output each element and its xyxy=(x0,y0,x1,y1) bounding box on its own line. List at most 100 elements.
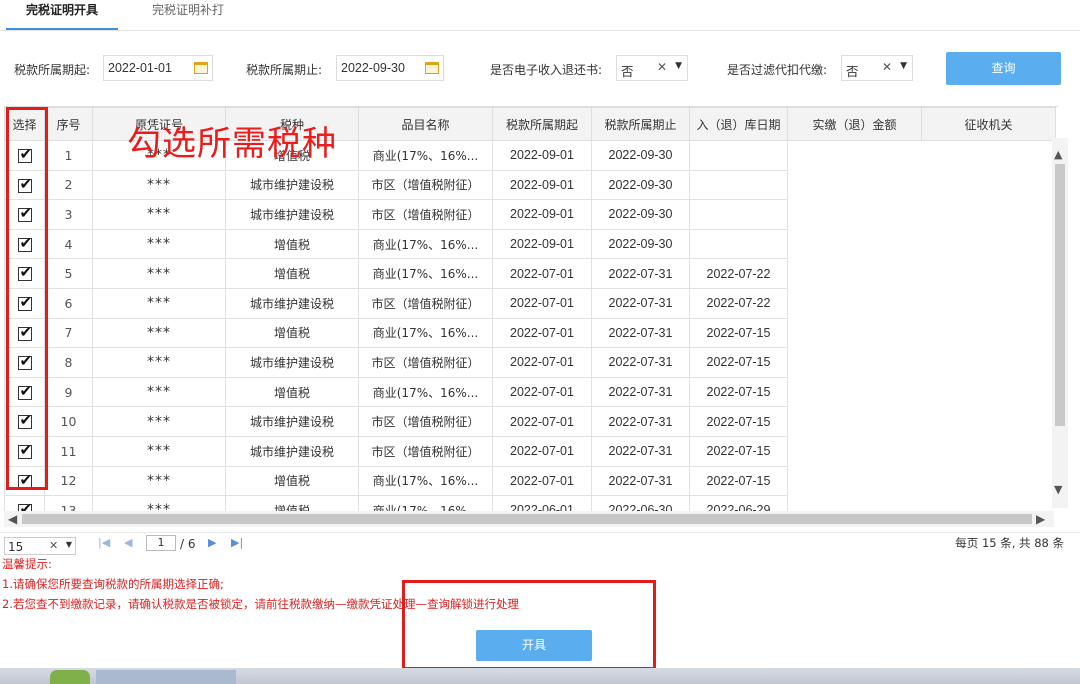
period-end: 2022-07-31 xyxy=(591,347,690,378)
scroll-left-icon[interactable]: ◀ xyxy=(8,512,17,526)
filter-withholding-label: 是否过滤代扣代缴: xyxy=(727,63,828,77)
horizontal-scrollbar[interactable]: ◀ ▶ xyxy=(4,511,1054,527)
e-refund-select[interactable]: 否 ✕ ▼ xyxy=(616,55,688,81)
period-start: 2022-07-01 xyxy=(492,317,592,349)
row-number: 8 xyxy=(44,347,93,378)
paid-amount xyxy=(787,377,922,407)
filter-withholding-select[interactable]: 否 ✕ ▼ xyxy=(841,55,913,81)
tax-type: 城市维护建设税 xyxy=(225,199,359,230)
period-end: 2022-09-30 xyxy=(591,228,690,260)
tax-type: 城市维护建设税 xyxy=(225,347,359,378)
period-start: 2022-07-01 xyxy=(492,287,592,319)
taskbar-start-icon[interactable] xyxy=(50,670,90,684)
paid-amount xyxy=(787,258,922,289)
next-page-icon[interactable]: ▶ xyxy=(208,536,216,549)
page-size-select[interactable]: 15 ✕ ▼ xyxy=(4,537,76,555)
tab-reprint-certificate[interactable]: 完税证明补打 xyxy=(138,0,238,28)
table-row[interactable]: ✔ 13 *** 增值税 商业(17%、16%... 2022-06-01 2022-06-… xyxy=(4,495,1056,512)
tax-type: 城市维护建设税 xyxy=(225,287,359,319)
table-row[interactable]: ✔ 4 *** 增值税 商业(17%、16%... 2022-09-01 2022-09-3… xyxy=(4,228,1056,260)
issue-button[interactable]: 开具 xyxy=(476,630,592,661)
period-end: 2022-07-31 xyxy=(591,406,690,437)
row-number: 9 xyxy=(44,376,93,408)
table-row[interactable]: ✔ 9 *** 增值税 商业(17%、16%... 2022-07-01 2022-07-3… xyxy=(4,376,1056,408)
taskbar-window-button[interactable] xyxy=(96,670,236,684)
table-row[interactable]: ✔ 6 *** 城市维护建设税 市区（增值税附征） 2022-07-01 2022-07-3… xyxy=(4,287,1056,319)
period-start: 2022-07-01 xyxy=(492,347,592,378)
vertical-scroll-thumb[interactable] xyxy=(1055,164,1065,426)
filter-bar: 税款所属期起: 2022-01-01 税款所属期止: 2022-09-30 是否… xyxy=(0,52,1080,88)
period-end: 2022-07-31 xyxy=(591,287,690,319)
item-name: 市区（增值税附征） xyxy=(358,199,493,230)
table-row[interactable]: ✔ 11 *** 城市维护建设税 市区（增值税附征） 2022-07-01 2022-07-… xyxy=(4,435,1056,467)
tax-type: 城市维护建设税 xyxy=(225,406,359,437)
clear-icon[interactable]: ✕ xyxy=(49,539,58,552)
paid-amount xyxy=(787,406,922,437)
last-page-icon[interactable]: ▶| xyxy=(231,536,243,549)
clear-icon[interactable]: ✕ xyxy=(657,60,667,74)
table-row[interactable]: ✔ 2 *** 城市维护建设税 市区（增值税附征） 2022-09-01 2022-09-3… xyxy=(4,169,1056,201)
table-row[interactable]: ✔ 12 *** 增值税 商业(17%、16%... 2022-07-01 2022-07-… xyxy=(4,465,1056,497)
storage-date: 2022-07-15 xyxy=(689,465,788,497)
column-header: 品目名称 xyxy=(358,107,493,141)
table-row[interactable]: ✔ 7 *** 增值税 商业(17%、16%... 2022-07-01 2022-07-3… xyxy=(4,317,1056,349)
table-row[interactable]: ✔ 8 *** 城市维护建设税 市区（增值税附征） 2022-07-01 2022-07-3… xyxy=(4,347,1056,378)
paid-amount xyxy=(787,170,922,200)
item-name: 市区（增值税附征） xyxy=(358,287,493,319)
period-start: 2022-07-01 xyxy=(492,465,592,497)
storage-date: 2022-07-15 xyxy=(689,317,788,349)
scroll-up-icon[interactable]: ▲ xyxy=(1054,148,1062,161)
column-header: 征收机关 xyxy=(921,107,1056,141)
paid-amount xyxy=(787,495,922,512)
table-row[interactable]: ✔ 10 *** 城市维护建设税 市区（增值税附征） 2022-07-01 2022-07-… xyxy=(4,406,1056,437)
first-page-icon[interactable]: |◀ xyxy=(98,536,110,549)
tax-authority xyxy=(921,466,1056,496)
period-end-input[interactable]: 2022-09-30 xyxy=(336,55,444,81)
storage-date: 2022-06-29 xyxy=(689,495,788,512)
tax-type: 增值税 xyxy=(225,317,359,349)
tax-authority xyxy=(921,377,1056,407)
period-start-input[interactable]: 2022-01-01 xyxy=(103,55,213,81)
row-number: 12 xyxy=(44,465,93,497)
table-row[interactable]: ✔ 5 *** 增值税 商业(17%、16%... 2022-07-01 2022-07-3… xyxy=(4,258,1056,289)
caret-down-icon[interactable]: ▼ xyxy=(900,61,907,71)
period-end-value: 2022-09-30 xyxy=(341,61,405,75)
row-checkbox-cell[interactable]: ✔ xyxy=(4,495,45,512)
vertical-scrollbar[interactable]: ▲ ▼ xyxy=(1052,138,1068,508)
column-header: 序号 xyxy=(44,107,93,141)
clear-icon[interactable]: ✕ xyxy=(882,60,892,74)
scroll-right-icon[interactable]: ▶ xyxy=(1036,512,1045,526)
caret-down-icon[interactable]: ▼ xyxy=(66,540,72,549)
horizontal-scroll-thumb[interactable] xyxy=(22,514,1032,524)
storage-date: 2022-07-15 xyxy=(689,406,788,437)
tips-title: 温馨提示: xyxy=(2,557,52,571)
tax-authority xyxy=(921,258,1056,289)
tax-authority xyxy=(921,347,1056,378)
period-start: 2022-06-01 xyxy=(492,495,592,512)
calendar-icon[interactable] xyxy=(194,62,208,74)
prev-page-icon[interactable]: ◀ xyxy=(124,536,132,549)
calendar-icon[interactable] xyxy=(425,62,439,74)
storage-date: 2022-07-15 xyxy=(689,347,788,378)
tax-type: 增值税 xyxy=(225,258,359,289)
caret-down-icon[interactable]: ▼ xyxy=(675,61,682,71)
tax-authority xyxy=(921,495,1056,512)
item-name: 商业(17%、16%... xyxy=(358,465,493,497)
period-start: 2022-07-01 xyxy=(492,258,592,289)
item-name: 商业(17%、16%... xyxy=(358,495,493,512)
query-button[interactable]: 查询 xyxy=(946,52,1061,85)
item-name: 商业(17%、16%... xyxy=(358,258,493,289)
tab-issue-certificate[interactable]: 完税证明开具 xyxy=(6,0,118,30)
scroll-down-icon[interactable]: ▼ xyxy=(1054,483,1062,496)
item-name: 市区（增值税附征） xyxy=(358,435,493,467)
column-header: 税款所属期止 xyxy=(591,107,690,141)
storage-date: 2022-07-22 xyxy=(689,258,788,289)
select-column-highlight xyxy=(6,107,48,490)
period-end: 2022-09-30 xyxy=(591,199,690,230)
page-number-input[interactable]: 1 xyxy=(146,535,176,551)
table-row[interactable]: ✔ 3 *** 城市维护建设税 市区（增值税附征） 2022-09-01 2022-09-3… xyxy=(4,199,1056,230)
tax-type: 城市维护建设税 xyxy=(225,169,359,201)
voucher-number: *** xyxy=(92,169,226,201)
period-start: 2022-09-01 xyxy=(492,228,592,260)
column-header: 入（退）库日期 xyxy=(689,107,788,141)
